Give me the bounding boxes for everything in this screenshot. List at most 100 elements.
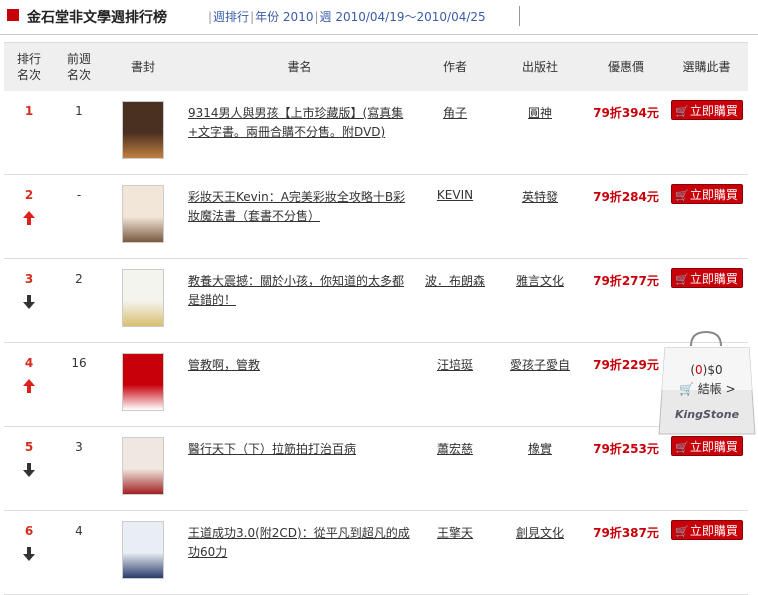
rank-up-arrow-icon — [23, 211, 35, 225]
rank-number: 5 — [24, 440, 34, 454]
discount: 79折 — [593, 526, 622, 540]
author-link[interactable]: 王擎天 — [437, 526, 473, 540]
cart-icon: 🛒 — [675, 105, 689, 118]
rank-cell: 3 — [4, 258, 54, 343]
table-row: 3 2 教養大震撼：關於小孩，你知道的太多都是錯的！ 波．布朗森 雅言文化 79折277元… — [4, 258, 748, 343]
rank-down-arrow-icon — [23, 463, 35, 477]
book-title-link[interactable]: 王道成功3.0(附2CD)：從平凡到超凡的成功60力 — [188, 526, 410, 559]
cover-cell — [104, 258, 182, 343]
shopping-cart-widget[interactable]: (0)$0 🛒 結帳 > KingStone — [655, 330, 758, 438]
publisher-link[interactable]: 英特發 — [522, 190, 558, 204]
author-cell: 汪培珽 — [417, 342, 493, 427]
book-title-link[interactable]: 9314男人與男孩【上市珍藏版】(寫真集+文字書。兩冊合購不分售。附DVD) — [188, 106, 403, 139]
publisher-link[interactable]: 圓神 — [528, 106, 552, 120]
table-row: 416管教啊，管教汪培珽愛孩子愛自79折229元🛒立即購買 — [4, 342, 748, 427]
book-title-link[interactable]: 醫行天下（下）拉筋拍打治百病 — [188, 442, 356, 456]
cart-icon: 🛒 — [679, 382, 694, 396]
table-row: 2 - 彩妝天王Kevin：A完美彩妝全攻略十B彩妝魔法書（套書不分售） KEVIN 英… — [4, 174, 748, 259]
book-cover-image[interactable] — [122, 437, 164, 495]
price: 387元 — [621, 526, 659, 540]
book-cover-image[interactable] — [122, 269, 164, 327]
buy-now-button[interactable]: 🛒立即購買 — [670, 520, 743, 540]
cover-cell — [104, 91, 182, 175]
discount: 79折 — [593, 442, 622, 456]
book-title-link[interactable]: 管教啊，管教 — [188, 358, 260, 372]
book-title-link[interactable]: 教養大震撼：關於小孩，你知道的太多都是錯的！ — [188, 274, 404, 307]
buy-now-button[interactable]: 🛒立即購買 — [670, 436, 743, 456]
book-cover-image[interactable] — [122, 101, 164, 159]
kingstone-logo: KingStone — [675, 408, 740, 421]
author-link[interactable]: 蕭宏慈 — [437, 442, 473, 456]
cover-cell — [104, 510, 182, 595]
rank-number: 4 — [24, 356, 34, 370]
price-cell: 79折284元 — [587, 174, 665, 259]
publisher-cell: 圓神 — [493, 91, 587, 175]
cart-icon: 🛒 — [675, 441, 689, 454]
rank-cell: 2 — [4, 174, 54, 259]
buy-cell: 🛒立即購買 — [665, 426, 748, 511]
table-row: 1 1 9314男人與男孩【上市珍藏版】(寫真集+文字書。兩冊合購不分售。附DVD)… — [4, 91, 748, 175]
price-cell: 79折229元 — [587, 342, 665, 427]
title-cell: 9314男人與男孩【上市珍藏版】(寫真集+文字書。兩冊合購不分售。附DVD) — [182, 91, 417, 175]
rank-cell: 5 — [4, 426, 54, 511]
rank-number: 6 — [24, 524, 34, 538]
rank-down-arrow-icon — [23, 295, 35, 309]
cover-cell — [104, 426, 182, 511]
weekly-ranking-link[interactable]: 週排行 — [213, 10, 249, 24]
title-cell: 彩妝天王Kevin：A完美彩妝全攻略十B彩妝魔法書（套書不分售） — [182, 174, 417, 259]
publisher-cell: 英特發 — [493, 174, 587, 259]
publisher-link[interactable]: 愛孩子愛自 — [510, 358, 570, 372]
rank-up-arrow-icon — [23, 379, 35, 393]
price-cell: 79折387元 — [587, 510, 665, 595]
cart-icon: 🛒 — [675, 273, 689, 286]
book-cover-image[interactable] — [122, 185, 164, 243]
publisher-cell: 愛孩子愛自 — [493, 342, 587, 427]
author-cell: 王擎天 — [417, 510, 493, 595]
discount: 79折 — [593, 358, 622, 372]
author-link[interactable]: 波．布朗森 — [425, 274, 485, 288]
header-divider — [519, 6, 520, 26]
publisher-link[interactable]: 創見文化 — [516, 526, 564, 540]
buy-cell: 🛒立即購買 — [665, 174, 748, 259]
rank-number: 2 — [24, 188, 34, 202]
buy-cell: 🛒立即購買 — [665, 510, 748, 595]
publisher-cell: 雅言文化 — [493, 258, 587, 343]
col-prev-rank: 前週 名次 — [54, 42, 104, 91]
rank-down-arrow-icon — [23, 547, 35, 561]
header-square-icon — [7, 9, 19, 21]
book-title-link[interactable]: 彩妝天王Kevin：A完美彩妝全攻略十B彩妝魔法書（套書不分售） — [188, 190, 405, 223]
book-cover-image[interactable] — [122, 353, 164, 411]
author-link[interactable]: 角子 — [443, 106, 467, 120]
buy-now-button[interactable]: 🛒立即購買 — [670, 268, 743, 288]
rank-number: 1 — [24, 104, 34, 118]
price: 229元 — [621, 358, 659, 372]
buy-now-button[interactable]: 🛒立即購買 — [670, 184, 743, 204]
publisher-cell: 橡實 — [493, 426, 587, 511]
prev-rank: 2 — [54, 258, 104, 343]
book-cover-image[interactable] — [122, 521, 164, 579]
publisher-link[interactable]: 雅言文化 — [516, 274, 564, 288]
col-author: 作者 — [417, 42, 493, 91]
publisher-link[interactable]: 橡實 — [528, 442, 552, 456]
col-publisher: 出版社 — [493, 42, 587, 91]
header-filter-links: |週排行|年份 2010|週 2010/04/19～2010/04/25 — [208, 10, 486, 24]
cart-icon: 🛒 — [675, 525, 689, 538]
table-header-row: 排行 名次 前週 名次 書封 書名 作者 出版社 優惠價 選購此書 — [4, 42, 748, 91]
buy-now-button[interactable]: 🛒立即購買 — [670, 100, 743, 120]
title-cell: 王道成功3.0(附2CD)：從平凡到超凡的成功60力 — [182, 510, 417, 595]
prev-rank: - — [54, 174, 104, 259]
cart-icon: 🛒 — [675, 189, 689, 202]
author-link[interactable]: KEVIN — [437, 188, 473, 202]
week-link[interactable]: 週 2010/04/19～2010/04/25 — [320, 10, 486, 24]
rank-number: 3 — [24, 272, 34, 286]
price: 284元 — [621, 190, 659, 204]
rank-cell: 4 — [4, 342, 54, 427]
prev-rank: 3 — [54, 426, 104, 511]
year-link[interactable]: 年份 2010 — [255, 10, 313, 24]
title-cell: 醫行天下（下）拉筋拍打治百病 — [182, 426, 417, 511]
author-link[interactable]: 汪培珽 — [437, 358, 473, 372]
prev-rank: 1 — [54, 91, 104, 175]
discount: 79折 — [593, 190, 622, 204]
title-cell: 管教啊，管教 — [182, 342, 417, 427]
checkout-link[interactable]: 🛒 結帳 > — [679, 380, 736, 397]
